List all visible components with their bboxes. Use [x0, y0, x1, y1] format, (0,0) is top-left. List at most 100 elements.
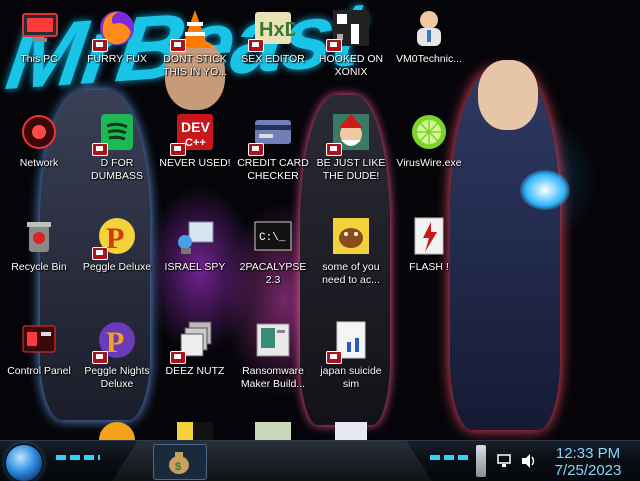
shortcut-badge: [326, 351, 342, 364]
beaver-icon: [329, 214, 373, 258]
shortcut-badge: [170, 351, 186, 364]
spy-icon: [173, 214, 217, 258]
desktop-icon-credit-card-checker[interactable]: CREDIT CARD CHECKER: [234, 110, 312, 182]
shortcut-badge: [248, 39, 264, 52]
wallpaper-energy-glow: [520, 170, 570, 210]
desktop-icon-partial-3[interactable]: [234, 418, 312, 440]
speaker-icon[interactable]: [520, 453, 538, 469]
icon-label: some of you need to ac...: [322, 261, 380, 286]
desktop-icon-peggle-deluxe[interactable]: P Peggle Deluxe: [78, 214, 156, 274]
desktop-icon-hooked-on-xonix[interactable]: HOOKED ON XONIX: [312, 6, 390, 78]
shortcut-badge: [326, 39, 342, 52]
icon-label: VM0Technic...: [396, 53, 462, 65]
peggle-icon: P: [92, 214, 139, 260]
desktop-icon-some-of-you[interactable]: some of you need to ac...: [312, 214, 390, 286]
terminal-icon: C:\_: [251, 214, 295, 258]
desktop-icon-furry-fux[interactable]: FURRY FUX: [78, 6, 156, 66]
wallpaper-head-right: [478, 60, 538, 130]
desktop-icon-deez-nutz[interactable]: DEEZ NUTZ: [156, 318, 234, 378]
desktop-icon-recycle-bin[interactable]: Recycle Bin: [0, 214, 78, 274]
computer-icon: [17, 6, 61, 50]
shortcut-badge: [326, 143, 342, 156]
japan-icon: [326, 318, 373, 364]
svg-text:P: P: [106, 326, 124, 359]
desktop-icon-this-pc[interactable]: This PC: [0, 6, 78, 66]
peggle-icon: P: [92, 318, 139, 364]
icon-label: D FOR DUMBASS: [91, 157, 143, 182]
shortcut-badge: [92, 39, 108, 52]
taskbar-decoration-right: [430, 455, 470, 460]
control-panel-icon: [17, 318, 61, 362]
show-hidden-icons-button[interactable]: [476, 445, 486, 477]
dev-icon: DEV C++: [170, 110, 217, 156]
clock-time: 12:33 PM: [555, 445, 621, 462]
shortcut-badge: [92, 351, 108, 364]
clock-date: 7/25/2023: [554, 462, 622, 479]
icon-label: DEEZ NUTZ: [165, 365, 225, 377]
desktop-icon-partial-4[interactable]: [312, 418, 390, 440]
desktop-icon-peggle-nights[interactable]: P Peggle Nights Deluxe: [78, 318, 156, 390]
start-button[interactable]: [6, 445, 42, 481]
desktop-icon-network[interactable]: Network: [0, 110, 78, 170]
taskbar: $ 12:33 PM 7/25/2023: [0, 440, 640, 481]
desktop-icon-be-just-like[interactable]: BE JUST LIKE THE DUDE!: [312, 110, 390, 182]
desktop-icon-never-used[interactable]: DEV C++ NEVER USED!: [156, 110, 234, 170]
shortcut-badge: [170, 143, 186, 156]
hxd-icon: HxD: [248, 6, 299, 52]
icon-label: FLASH !: [409, 261, 449, 273]
doctor-icon: [407, 6, 451, 50]
app-icon: [329, 418, 373, 440]
svg-text:DEV: DEV: [181, 119, 210, 135]
icon-label: HOOKED ON XONIX: [318, 53, 384, 78]
svg-text:HxD: HxD: [259, 19, 295, 41]
svg-text:C++: C++: [185, 137, 206, 149]
desktop-icon-dont-stick[interactable]: DONT STICK THIS IN YO...: [156, 6, 234, 78]
desktop-icon-2pacalypse[interactable]: C:\_ 2PACALYPSE 2.3: [234, 214, 312, 286]
svg-text:P: P: [106, 222, 124, 255]
icon-label: ISRAEL SPY: [164, 261, 226, 273]
svg-text:$: $: [175, 461, 181, 473]
icon-label: Peggle Nights Deluxe: [84, 365, 150, 390]
money-bag-icon: $: [166, 449, 192, 475]
taskbar-app-button[interactable]: $: [153, 444, 207, 480]
desktop-icon-flash[interactable]: FLASH !: [390, 214, 468, 274]
icon-label: This PC: [20, 53, 58, 65]
icon-label: NEVER USED!: [159, 157, 231, 169]
shortcut-badge: [92, 143, 108, 156]
app-icon: [251, 418, 295, 440]
flash-icon: [407, 214, 451, 258]
recycle-bin-icon: [17, 214, 61, 258]
desktop-icon-viruswire[interactable]: VirusWire.exe: [390, 110, 468, 170]
icon-label: SEX EDITOR: [241, 53, 305, 65]
icon-label: Network: [19, 157, 59, 169]
credit-card-icon: [248, 110, 295, 156]
icon-label: Ransomware Maker Build...: [240, 365, 306, 390]
desktop-icon-sex-editor[interactable]: HxD SEX EDITOR: [234, 6, 312, 66]
desktop-icon-d-for-dumbass[interactable]: D FOR DUMBASS: [78, 110, 156, 182]
icon-label: Peggle Deluxe: [82, 261, 152, 273]
app-icon: [173, 418, 217, 440]
taskbar-clock[interactable]: 12:33 PM 7/25/2023: [546, 445, 630, 479]
desktop-icon-israel-spy[interactable]: ISRAEL SPY: [156, 214, 234, 274]
desktop-icon-control-panel[interactable]: Control Panel: [0, 318, 78, 378]
desktop-icon-partial-2[interactable]: [156, 418, 234, 440]
icon-label: 2PACALYPSE 2.3: [239, 261, 307, 286]
peggle-icon: [95, 418, 139, 440]
icon-label: CREDIT CARD CHECKER: [237, 157, 309, 182]
xonix-icon: [326, 6, 373, 52]
desktop-icon-partial-1[interactable]: [78, 418, 156, 440]
desktop-icon-japan-suicide-sim[interactable]: japan suicide sim: [312, 318, 390, 390]
vlc-cone-icon: [170, 6, 217, 52]
network-icon[interactable]: [496, 453, 514, 469]
taskbar-decoration-left: [56, 455, 100, 460]
lime-icon: [407, 110, 451, 154]
firefox-icon: [92, 6, 139, 52]
shortcut-badge: [170, 39, 186, 52]
icon-label: Control Panel: [7, 365, 71, 377]
desktop-icon-ransomware-maker[interactable]: Ransomware Maker Build...: [234, 318, 312, 390]
desktop-icon-vm0technic[interactable]: VM0Technic...: [390, 6, 468, 66]
network-icon: [17, 110, 61, 154]
santa-icon: [326, 110, 373, 156]
icon-label: DONT STICK THIS IN YO...: [163, 53, 227, 78]
ransomware-icon: [251, 318, 295, 362]
